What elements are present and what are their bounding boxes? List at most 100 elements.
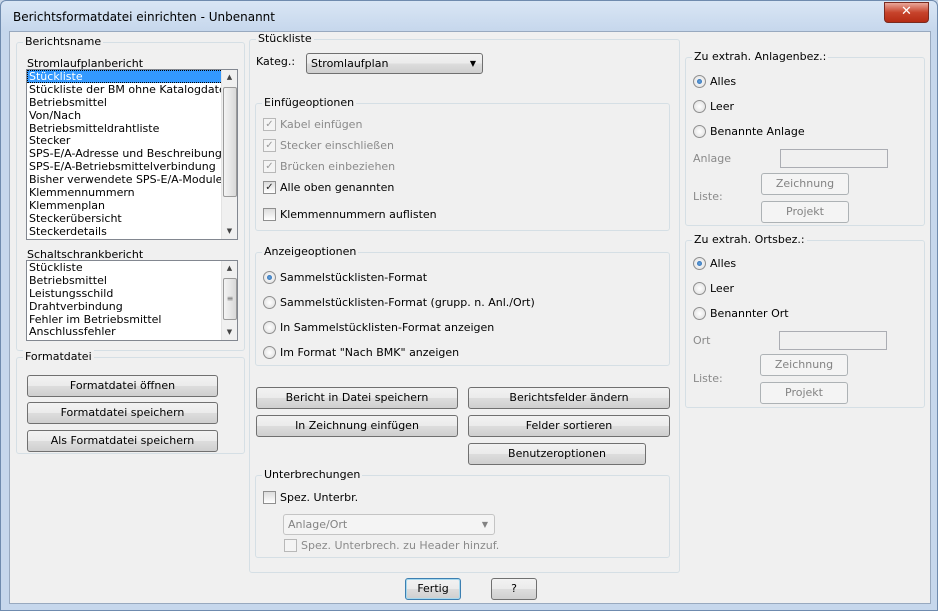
scroll-down-icon[interactable]: ▼ [222,224,237,239]
scroll-up-icon[interactable]: ▲ [222,70,237,85]
anlage-input[interactable] [780,149,888,168]
ort-field-label: Ort [693,334,711,347]
ort-input[interactable] [779,331,887,350]
kabel-einfuegen-label: Kabel einfügen [280,117,363,131]
list-item[interactable]: Stecker [27,134,237,148]
list-item[interactable]: Stückliste [27,70,237,83]
radio-dot [263,270,276,284]
berichtsfelder-aendern-button[interactable]: Berichtsfelder ändern [468,387,670,409]
sammelstueckliste-gruppiert-radio[interactable]: Sammelstücklisten-Format (grupp. n. Anl.… [263,294,535,310]
scroll-up-icon[interactable]: ▲ [222,261,237,276]
kateg-dropdown[interactable]: Stromlaufplan ▼ [306,53,483,74]
list-item[interactable]: Drahtverbindung [27,300,237,313]
list-item[interactable]: Steckerdetails [27,225,237,238]
list-item[interactable]: Betriebsmittel [27,96,237,109]
sammelstueckliste-radio[interactable]: Sammelstücklisten-Format [263,269,427,285]
dropdown-arrow-icon: ▼ [481,520,488,529]
sammelstueckliste-label: Sammelstücklisten-Format [280,270,428,284]
radio-dot [693,74,706,88]
stromlaufplanbericht-list[interactable]: Stückliste Stückliste der BM ohne Katalog… [26,69,238,240]
bruecken-einbeziehen-checkbox[interactable]: ✓ Brücken einbeziehen [263,158,395,174]
list-item[interactable]: SPS-E/A-Betriebsmittelverbindung [27,160,237,173]
benannter-ort-radio[interactable]: Benannter Ort [693,305,789,321]
list-scrollbar[interactable]: ▲ ≡ ▼ [221,261,237,340]
alle-oben-genannten-checkbox[interactable]: ✓ Alle oben genannten [263,179,394,195]
list-item[interactable]: Stückliste [27,261,237,274]
list-item[interactable]: SPS-E/A-Adresse und Beschreibungen [27,147,237,160]
anzeigeoptionen-legend: Anzeigeoptionen [262,245,359,258]
ort-zeichnung-button[interactable]: Zeichnung [760,354,848,376]
list-item[interactable]: Leistungsschild [27,287,237,300]
close-button[interactable]: ✕ [884,2,929,23]
kateg-value: Stromlaufplan [311,57,389,70]
list-item[interactable]: Betriebsmitteldrahtliste [27,122,237,135]
einfuegeoptionen-legend: Einfügeoptionen [262,96,357,109]
in-zeichnung-einfuegen-button[interactable]: In Zeichnung einfügen [256,415,458,437]
help-button[interactable]: ? [491,578,537,600]
schaltschrankbericht-list[interactable]: Stückliste Betriebsmittel Leistungsschild D… [26,260,238,341]
anlage-alles-radio[interactable]: Alles [693,73,736,89]
scroll-thumb[interactable]: ≡ [223,278,237,320]
radio-dot [693,256,706,270]
list-item[interactable]: Klemmenplan [27,199,237,212]
als-formatdatei-speichern-button[interactable]: Als Formatdatei speichern [27,430,218,452]
scroll-down-icon[interactable]: ▼ [222,325,237,340]
formatdatei-speichern-button[interactable]: Formatdatei speichern [27,402,218,424]
checkbox-box [263,207,276,221]
alle-oben-genannten-label: Alle oben genannten [280,180,395,194]
formatdatei-oeffnen-button[interactable]: Formatdatei öffnen [27,375,218,397]
spez-unterbr-checkbox[interactable]: Spez. Unterbr. [263,489,358,505]
list-item[interactable]: Bisher verwendete SPS-E/A-Module [27,173,237,186]
check-icon: ✓ [263,159,276,173]
list-item[interactable]: Steckerübersicht [27,212,237,225]
ort-alles-radio[interactable]: Alles [693,255,736,271]
list-item[interactable]: Von/Nach [27,109,237,122]
formatdatei-legend: Formatdatei [23,350,94,363]
ort-projekt-button[interactable]: Projekt [760,382,848,404]
in-sammelstueckliste-anzeigen-radio[interactable]: In Sammelstücklisten-Format anzeigen [263,319,494,335]
bruecken-einbeziehen-label: Brücken einbeziehen [280,159,396,173]
spez-unterbr-label: Spez. Unterbr. [280,490,359,504]
list-item[interactable]: Klemmennummern [27,186,237,199]
title-bar[interactable]: Berichtsformatdatei einrichten - Unbenan… [1,1,937,31]
radio-dot [693,99,706,113]
bericht-speichern-button[interactable]: Bericht in Datei speichern [256,387,458,409]
benutzeroptionen-button[interactable]: Benutzeroptionen [468,443,646,465]
klemmennummern-auflisten-checkbox[interactable]: Klemmennummern auflisten [263,206,437,222]
kabel-einfuegen-checkbox[interactable]: ✓ Kabel einfügen [263,116,362,132]
berichtsname-legend: Berichtsname [23,35,104,48]
sammelstueckliste-gruppiert-label: Sammelstücklisten-Format (grupp. n. Anl.… [280,295,535,309]
anlage-leer-radio[interactable]: Leer [693,98,734,114]
window-title: Berichtsformatdatei einrichten - Unbenan… [13,10,275,24]
felder-sortieren-button[interactable]: Felder sortieren [468,415,670,437]
stecker-einschliessen-label: Stecker einschließen [280,138,394,152]
anlage-liste-label: Liste: [693,190,723,203]
checkbox-box [263,490,276,504]
list-item[interactable]: Betriebsmittel [27,274,237,287]
ort-leer-radio[interactable]: Leer [693,280,734,296]
unterbrechungen-dropdown[interactable]: Anlage/Ort ▼ [283,514,495,535]
stecker-einschliessen-checkbox[interactable]: ✓ Stecker einschließen [263,137,394,153]
anlage-projekt-button[interactable]: Projekt [761,201,849,223]
radio-dot [693,281,706,295]
ort-alles-label: Alles [710,256,737,270]
list-item[interactable]: Stückliste der BM ohne Katalogdaten [27,83,237,96]
radio-dot [693,124,706,138]
anlagenbez-legend: Zu extrah. Anlagenbez.: [692,50,829,63]
ortsbez-legend: Zu extrah. Ortsbez.: [692,233,807,246]
scroll-thumb[interactable] [223,87,237,197]
list-item[interactable]: Anschlussfehler [27,325,237,339]
fertig-button[interactable]: Fertig [405,578,461,600]
kateg-label: Kateg.: [256,55,296,68]
radio-dot [263,320,276,334]
spez-header-checkbox[interactable]: Spez. Unterbrech. zu Header hinzuf. [284,537,499,553]
check-icon: ✓ [263,117,276,131]
list-item[interactable]: Fehler im Betriebsmittel [27,313,237,326]
dialog-window: Berichtsformatdatei einrichten - Unbenan… [0,0,938,611]
benannte-anlage-radio[interactable]: Benannte Anlage [693,123,805,139]
nach-bmk-radio[interactable]: Im Format "Nach BMK" anzeigen [263,344,459,360]
anlage-zeichnung-button[interactable]: Zeichnung [761,173,849,195]
anlage-leer-label: Leer [710,99,734,113]
check-icon: ✓ [263,138,276,152]
list-scrollbar[interactable]: ▲ ▼ [221,70,237,239]
